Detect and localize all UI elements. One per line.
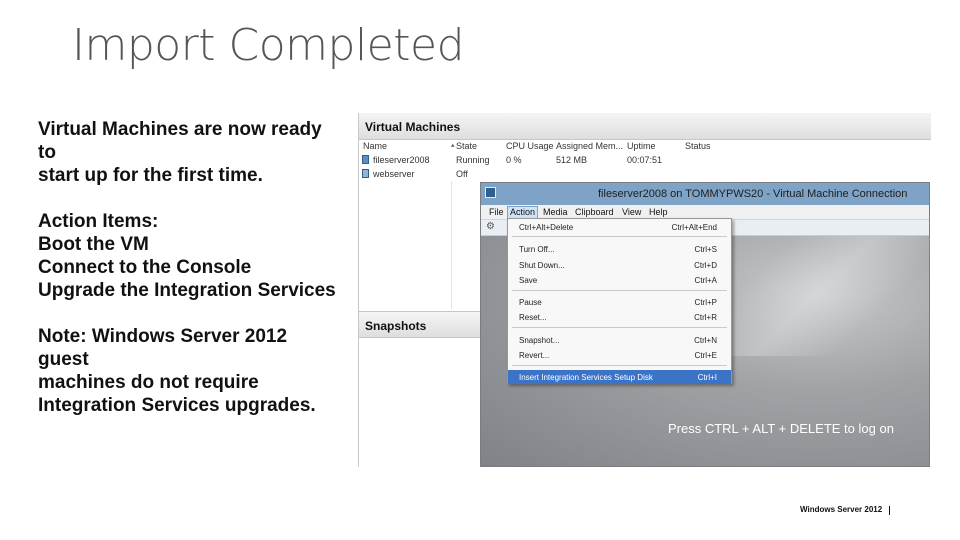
note-line: Integration Services upgrades.	[38, 395, 316, 416]
menu-item-label: Save	[519, 276, 538, 285]
action-item: Boot the VM	[38, 234, 149, 255]
menu-item-label: Snapshot...	[519, 336, 560, 345]
column-header-uptime[interactable]: Uptime	[627, 141, 656, 151]
note-paragraph: Note: Windows Server 2012 guest machines…	[38, 325, 338, 417]
column-header-memory[interactable]: Assigned Mem...	[556, 141, 623, 151]
intro-line: start up for the first time.	[38, 165, 263, 186]
vm-icon	[362, 155, 369, 164]
wallpaper-streak	[731, 236, 931, 356]
menu-item-label: Ctrl+Alt+Delete	[519, 223, 574, 232]
action-dropdown-menu: Ctrl+Alt+Delete Ctrl+Alt+End Turn Off...…	[507, 218, 732, 384]
menu-item-label: Revert...	[519, 351, 550, 360]
menu-item-save[interactable]: Save Ctrl+A	[508, 273, 731, 287]
vm-connection-app-icon	[485, 187, 496, 198]
menu-file[interactable]: File	[487, 207, 506, 217]
login-prompt: Press CTRL + ALT + DELETE to log on	[668, 421, 894, 436]
menu-item-label: Turn Off...	[519, 245, 555, 254]
menu-item-shortcut: Ctrl+E	[694, 351, 717, 360]
menu-item-pause[interactable]: Pause Ctrl+P	[508, 295, 731, 309]
vm-list-area	[359, 181, 452, 309]
vm-column-headers: Name ▴ State CPU Usage Assigned Mem... U…	[359, 141, 931, 153]
action-item: Connect to the Console	[38, 257, 252, 278]
vm-cpu: 0 %	[506, 155, 522, 165]
menu-item-label: Reset...	[519, 313, 547, 322]
vm-memory: 512 MB	[556, 155, 588, 165]
vm-name: webserver	[373, 169, 415, 179]
menu-separator	[512, 365, 727, 366]
left-text-block: Virtual Machines are now ready to start …	[38, 118, 338, 440]
menu-separator	[512, 327, 727, 328]
menu-item-shortcut: Ctrl+I	[697, 373, 717, 382]
menu-item-revert[interactable]: Revert... Ctrl+E	[508, 348, 731, 362]
vm-state: Off	[456, 169, 468, 179]
menu-media[interactable]: Media	[541, 207, 570, 217]
menu-item-snapshot[interactable]: Snapshot... Ctrl+N	[508, 333, 731, 347]
menu-help[interactable]: Help	[647, 207, 670, 217]
menu-item-label: Shut Down...	[519, 261, 565, 270]
vm-name: fileserver2008	[373, 155, 430, 165]
menu-item-shortcut: Ctrl+S	[694, 245, 717, 254]
footer-divider	[889, 506, 890, 515]
column-header-state[interactable]: State	[456, 141, 477, 151]
column-header-name[interactable]: Name	[363, 141, 387, 151]
note-line: Note: Windows Server 2012 guest	[38, 326, 288, 370]
note-line: machines do not require	[38, 372, 259, 393]
slide-title: Import Completed	[72, 20, 465, 71]
snapshots-header: Snapshots	[359, 311, 484, 338]
ctrl-alt-del-icon[interactable]: ⚙	[486, 222, 496, 232]
vm-uptime: 00:07:51	[627, 155, 663, 165]
action-items-heading: Action Items:	[38, 211, 159, 232]
menu-item-reset[interactable]: Reset... Ctrl+R	[508, 310, 731, 324]
vm-row[interactable]: fileserver2008 Running 0 % 512 MB 00:07:…	[359, 155, 931, 168]
action-items-paragraph: Action Items: Boot the VM Connect to the…	[38, 210, 338, 302]
vm-window-titlebar[interactable]: fileserver2008 on TOMMYPWS20 - Virtual M…	[481, 183, 929, 205]
menu-item-ctrl-alt-delete[interactable]: Ctrl+Alt+Delete Ctrl+Alt+End	[508, 220, 731, 234]
intro-line: Virtual Machines are now ready to	[38, 119, 322, 163]
menu-item-shortcut: Ctrl+N	[694, 336, 717, 345]
column-header-cpu[interactable]: CPU Usage	[506, 141, 554, 151]
menu-item-shortcut: Ctrl+P	[694, 298, 717, 307]
menu-item-shut-down[interactable]: Shut Down... Ctrl+D	[508, 258, 731, 272]
vm-window-title: fileserver2008 on TOMMYPWS20 - Virtual M…	[598, 188, 908, 200]
column-header-status[interactable]: Status	[685, 141, 711, 151]
menu-clipboard[interactable]: Clipboard	[573, 207, 616, 217]
menu-separator	[512, 290, 727, 291]
menu-item-turn-off[interactable]: Turn Off... Ctrl+S	[508, 242, 731, 256]
menu-item-label: Pause	[519, 298, 542, 307]
vm-icon	[362, 169, 369, 178]
vm-state: Running	[456, 155, 490, 165]
menu-item-insert-integration-services[interactable]: Insert Integration Services Setup Disk C…	[508, 370, 731, 384]
menu-item-shortcut: Ctrl+R	[694, 313, 717, 322]
menu-view[interactable]: View	[620, 207, 643, 217]
virtual-machines-header: Virtual Machines	[359, 113, 931, 140]
menu-item-label: Insert Integration Services Setup Disk	[519, 373, 653, 382]
menu-item-shortcut: Ctrl+A	[694, 276, 717, 285]
intro-paragraph: Virtual Machines are now ready to start …	[38, 118, 338, 187]
action-item: Upgrade the Integration Services	[38, 280, 336, 301]
menu-item-shortcut: Ctrl+Alt+End	[671, 223, 717, 232]
menu-separator	[512, 236, 727, 237]
menu-item-shortcut: Ctrl+D	[694, 261, 717, 270]
footer-brand: Windows Server 2012	[800, 505, 883, 514]
